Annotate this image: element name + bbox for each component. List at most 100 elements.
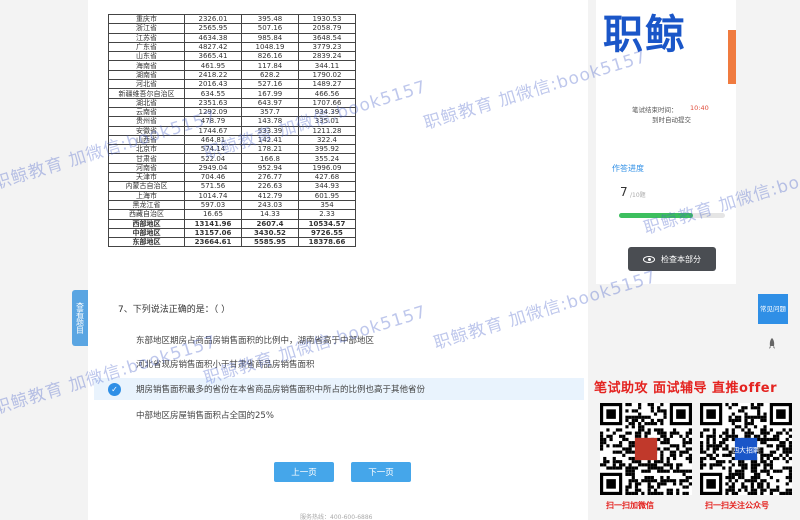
table-cell-value: 14.33 — [241, 209, 299, 220]
table-cell-value: 507.16 — [241, 23, 299, 34]
table-cell-value: 16.65 — [184, 209, 242, 220]
table-row: 上海市 1014.74 412.79 601.95 — [108, 190, 356, 201]
table-cell-value: 117.84 — [241, 60, 299, 71]
table-cell-value: 344.11 — [298, 60, 356, 71]
table-cell-region: 安徽省 — [108, 125, 185, 136]
check-section-label: 检查本部分 — [661, 254, 701, 264]
table-cell-region: 江苏省 — [108, 32, 185, 43]
option-d-text: 中部地区房屋销售面积占全国的25% — [136, 411, 274, 421]
table-row: 河北省 2016.43 527.16 1489.27 — [108, 79, 356, 90]
table-row: 山西省 464.81 142.41 322.4 — [108, 134, 356, 146]
table-row: 湖南省 2418.22 628.2 1790.02 — [108, 69, 356, 81]
table-cell-region: 西部地区 — [108, 218, 185, 229]
table-cell-region: 河北省 — [108, 79, 185, 90]
table-cell-region: 山西省 — [108, 134, 185, 146]
auto-submit-note: 到时自动提交 — [652, 116, 691, 124]
table-cell-value: 23664.61 — [184, 237, 242, 248]
table-cell-value: 13141.96 — [184, 218, 242, 229]
table-cell-value: 3648.54 — [298, 32, 356, 43]
table-cell-value: 9726.55 — [298, 227, 356, 239]
table-cell-value: 643.97 — [241, 97, 299, 108]
table-cell-region: 云南省 — [108, 106, 185, 118]
table-cell-value: 276.77 — [241, 172, 299, 183]
table-cell-region: 重庆市 — [108, 13, 185, 25]
question-title: 7、下列说法正确的是：（ ） — [118, 305, 231, 315]
promo-title: 笔试助攻 面试辅导 直推offer — [594, 381, 778, 396]
table-cell-region: 上海市 — [108, 190, 185, 201]
table-cell-value: 4634.38 — [184, 32, 242, 43]
table-cell-value: 527.16 — [241, 79, 299, 90]
view-question-tab[interactable]: 查看题目 — [72, 290, 88, 346]
option-c[interactable]: ✓ 期房销售面积最多的省份在本省商品房销售面积中所占的比例也高于其他省份 — [94, 378, 584, 400]
option-a[interactable]: 东部地区期房占商品房销售面积的比例中，湖南省高于中部地区 — [94, 329, 584, 351]
deadline-label: 笔试结束时间： — [632, 106, 678, 114]
rocket-icon[interactable] — [768, 338, 776, 350]
hotline-text: 服务热线：400-600-6886 — [300, 514, 373, 520]
table-row: 湖北省 2351.63 643.97 1707.66 — [108, 97, 356, 108]
table-cell-value: 335.01 — [298, 116, 356, 127]
table-row: 东部地区 23664.61 5585.95 18378.66 — [108, 237, 356, 248]
table-cell-value: 166.8 — [241, 153, 299, 164]
table-cell-region: 甘肃省 — [108, 153, 185, 164]
table-row: 云南省 1292.09 357.7 934.39 — [108, 106, 356, 118]
table-cell-value: 1744.67 — [184, 125, 242, 136]
option-c-text: 期房销售面积最多的省份在本省商品房销售面积中所占的比例也高于其他省份 — [136, 385, 426, 395]
prev-page-button[interactable]: 上一页 — [274, 462, 334, 482]
table-cell-value: 243.03 — [241, 199, 299, 211]
table-cell-value: 601.95 — [298, 190, 356, 201]
table-cell-region: 海南省 — [108, 60, 185, 71]
table-cell-value: 412.79 — [241, 190, 299, 201]
option-a-text: 东部地区期房占商品房销售面积的比例中，湖南省高于中部地区 — [136, 336, 375, 346]
option-d[interactable]: 中部地区房屋销售面积占全国的25% — [94, 404, 584, 426]
table-cell-region: 浙江省 — [108, 23, 185, 34]
table-cell-region: 中部地区 — [108, 227, 185, 239]
table-cell-value: 934.39 — [298, 106, 356, 118]
table-row: 安徽省 1744.67 533.39 1211.28 — [108, 125, 356, 136]
table-cell-value: 985.84 — [241, 32, 299, 43]
table-cell-value: 355.24 — [298, 153, 356, 164]
table-cell-value: 634.55 — [184, 88, 242, 99]
table-cell-value: 2058.79 — [298, 23, 356, 34]
table-cell-value: 1048.19 — [241, 41, 299, 53]
table-cell-value: 464.81 — [184, 134, 242, 146]
table-cell-value: 574.14 — [184, 144, 242, 155]
option-b-text: 河北省现房销售面积小于甘肃省商品房销售面积 — [136, 360, 315, 370]
table-cell-value: 1489.27 — [298, 79, 356, 90]
next-page-button[interactable]: 下一页 — [351, 462, 411, 482]
table-cell-value: 10534.57 — [298, 218, 356, 229]
table-row: 河南省 2949.04 952.94 1996.09 — [108, 162, 356, 174]
progress-total: /10题 — [630, 192, 646, 199]
table-cell-value: 3430.52 — [241, 227, 299, 239]
check-icon: ✓ — [108, 382, 121, 396]
table-row: 黑龙江省 597.03 243.03 354 — [108, 199, 356, 211]
table-cell-value: 2.33 — [298, 209, 356, 220]
option-b[interactable]: 河北省现房销售面积小于甘肃省商品房销售面积 — [94, 353, 584, 375]
table-cell-value: 142.41 — [241, 134, 299, 146]
table-cell-value: 2351.63 — [184, 97, 242, 108]
table-cell-value: 952.94 — [241, 162, 299, 174]
table-cell-value: 226.63 — [241, 181, 299, 192]
table-row: 重庆市 2326.01 395.48 1930.53 — [108, 13, 356, 25]
table-cell-region: 湖南省 — [108, 69, 185, 81]
progress-done: 7 — [620, 185, 628, 199]
table-cell-value: 395.92 — [298, 144, 356, 155]
table-cell-region: 山东省 — [108, 51, 185, 62]
table-row: 天津市 704.46 276.77 427.68 — [108, 172, 356, 183]
table-cell-value: 178.21 — [241, 144, 299, 155]
table-cell-value: 2607.4 — [241, 218, 299, 229]
brand-logo: 职鲸 — [603, 12, 687, 58]
table-cell-value: 533.39 — [241, 125, 299, 136]
progress-bar — [619, 213, 725, 218]
table-cell-value: 826.16 — [241, 51, 299, 62]
table-cell-value: 2326.01 — [184, 13, 242, 25]
check-section-button[interactable]: 检查本部分 — [628, 247, 716, 271]
table-cell-value: 13157.06 — [184, 227, 242, 239]
table-row: 浙江省 2565.95 507.16 2058.79 — [108, 23, 356, 34]
faq-button[interactable]: 常见问题 — [758, 294, 788, 324]
table-row: 甘肃省 522.04 166.8 355.24 — [108, 153, 356, 164]
table-cell-value: 427.68 — [298, 172, 356, 183]
table-cell-value: 461.95 — [184, 60, 242, 71]
table-cell-value: 3779.23 — [298, 41, 356, 53]
table-cell-region: 北京市 — [108, 144, 185, 155]
table-cell-value: 1930.53 — [298, 13, 356, 25]
